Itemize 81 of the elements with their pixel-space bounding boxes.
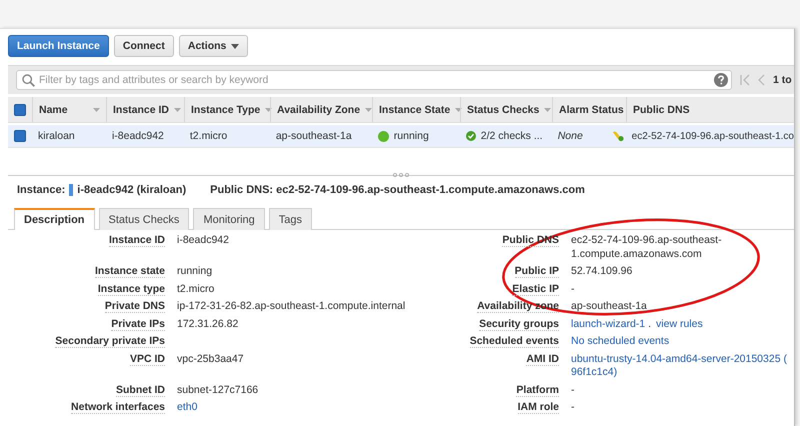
sort-caret-icon[interactable] (265, 108, 272, 112)
sort-caret-icon[interactable] (93, 108, 100, 112)
table-cell: ap-southeast-1a (276, 130, 352, 142)
column-header[interactable]: Availability Zone (277, 104, 360, 116)
detail-label: Public IP (514, 265, 559, 278)
tab[interactable]: Description (14, 208, 95, 230)
detail-label: Private DNS (104, 300, 165, 313)
table-cell: 2/2 checks ... (480, 130, 543, 142)
table-cell: i-8eadc942 (112, 130, 164, 142)
detail-value: subnet-127c7166 (177, 384, 258, 396)
detail-value: 172.31.26.82 (177, 318, 238, 330)
column-header[interactable]: Instance State (379, 104, 450, 116)
detail-value: t2.micro (177, 282, 214, 294)
column-header[interactable]: Public DNS (633, 104, 690, 116)
detail-link[interactable]: eth0 (177, 401, 198, 413)
first-page-icon[interactable] (740, 74, 750, 86)
detail-value: 1.compute.amazonaws.com (571, 248, 702, 260)
table-row[interactable]: kiraloan i-8eadc942 t2.micro ap-southeast-1a running 2/2 checks ... None ec2-52-74-109-96.ap-southeast-1.co (8, 125, 794, 148)
column-header[interactable]: Instance ID (113, 104, 170, 116)
public-dns-heading: Public DNS: ec2-52-74-109-96.ap-southeast-1.compute.amazonaws.com (210, 184, 585, 196)
toolbar-button[interactable]: Connect (114, 35, 174, 57)
sort-caret-icon[interactable] (455, 108, 462, 112)
tab[interactable]: Monitoring (193, 208, 265, 230)
toolbar-button[interactable]: Actions (178, 35, 248, 57)
table-cell: None (558, 130, 583, 142)
sort-caret-icon[interactable] (174, 108, 182, 112)
sort-caret-icon[interactable] (544, 108, 552, 112)
detail-link[interactable]: No scheduled events (571, 335, 670, 347)
column-header[interactable]: Instance Type (191, 104, 260, 116)
detail-value: 52.74.109.96 (571, 265, 632, 277)
detail-link[interactable]: 96f1c1c4) (571, 366, 618, 378)
check-icon (466, 131, 476, 141)
detail-label: Subnet ID (116, 384, 165, 396)
detail-label: Instance type (98, 282, 165, 296)
column-header[interactable]: Name (39, 104, 68, 116)
detail-label: Private IPs (111, 318, 165, 330)
search-icon (22, 74, 35, 87)
tab[interactable]: Status Checks (98, 208, 190, 230)
table-cell: ec2-52-74-109-96.ap-southeast-1.co (632, 130, 794, 142)
detail-link[interactable]: view rules (656, 318, 703, 330)
detail-label: Network interfaces (71, 401, 165, 414)
detail-value: - (571, 384, 574, 396)
detail-label: IAM role (518, 401, 559, 414)
detail-label: AMI ID (526, 352, 559, 366)
detail-value: - (571, 401, 574, 413)
detail-label: Platform (516, 384, 559, 396)
sort-caret-icon[interactable] (365, 108, 372, 112)
instance-name: i-8eadc942 (kiraloan) (77, 184, 186, 196)
detail-value: - (571, 282, 574, 294)
column-header[interactable]: Alarm Status (559, 104, 624, 116)
table-cell: kiraloan (38, 130, 75, 142)
resize-handle-icon[interactable] (393, 173, 409, 177)
detail-value: running (177, 265, 212, 277)
previous-page-icon[interactable] (758, 74, 765, 86)
detail-label: Instance ID (108, 234, 165, 247)
table-cell: t2.micro (190, 130, 228, 142)
filter-field[interactable]: Filter by tags and attributes or search by keyword (16, 70, 732, 90)
detail-link[interactable]: ubuntu-trusty-14.04-amd64-server-20150325 ( (571, 352, 787, 364)
table-cell: running (394, 130, 429, 142)
detail-value: . (648, 318, 652, 330)
detail-value: ip-172-31-26-82.ap-southeast-1.compute.internal (177, 300, 406, 312)
detail-value: i-8eadc942 (177, 234, 229, 246)
detail-value: vpc-25b3aa47 (177, 352, 244, 364)
detail-label: VPC ID (130, 352, 165, 366)
row-checkbox[interactable] (14, 130, 26, 142)
tab[interactable]: Tags (268, 208, 312, 230)
detail-label: Scheduled events (470, 335, 559, 348)
instance-label: Instance: (17, 184, 66, 196)
column-header[interactable]: Status Checks (467, 104, 540, 116)
instance-marker-icon (69, 184, 74, 196)
detail-label: Secondary private IPs (55, 335, 165, 348)
detail-value: ap-southeast-1a (571, 300, 647, 312)
toolbar-button[interactable]: Launch Instance (8, 35, 109, 57)
select-all-checkbox[interactable] (14, 104, 26, 116)
detail-label: Instance state (94, 265, 165, 278)
help-icon[interactable] (714, 73, 728, 87)
pagination-text: 1 to (773, 74, 792, 86)
detail-value: ec2-52-74-109-96.ap-southeast- (571, 234, 722, 246)
detail-link[interactable]: launch-wizard-1 (571, 318, 646, 330)
detail-label: Elastic IP (512, 282, 559, 296)
detail-label: Security groups (479, 318, 559, 330)
